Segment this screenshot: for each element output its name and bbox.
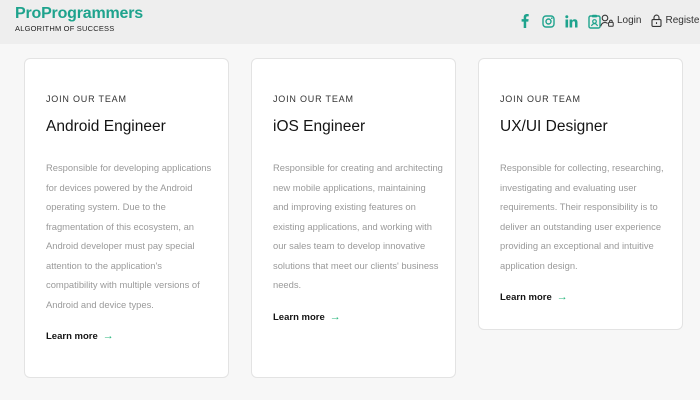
brand-tagline: ALGORITHM OF SUCCESS: [15, 24, 115, 33]
linkedin-icon[interactable]: [564, 13, 578, 29]
learn-more-link[interactable]: Learn more →: [46, 330, 114, 342]
job-card-android: JOIN OUR TEAM Android Engineer Responsib…: [24, 58, 229, 378]
card-kicker: JOIN OUR TEAM: [46, 94, 127, 104]
facebook-icon[interactable]: [518, 13, 532, 29]
card-kicker: JOIN OUR TEAM: [500, 94, 581, 104]
card-description: Responsible for collecting, researching,…: [500, 162, 664, 271]
learn-more-label: Learn more: [273, 311, 325, 323]
brand-logo[interactable]: ProProgrammers ALGORITHM OF SUCCESS: [15, 5, 143, 35]
card-title: Android Engineer: [46, 118, 166, 135]
learn-more-label: Learn more: [500, 291, 552, 303]
arrow-right-icon: →: [329, 311, 341, 323]
login-label: Login: [617, 15, 642, 26]
card-description: Responsible for developing applications …: [46, 162, 212, 310]
arrow-right-icon: →: [556, 291, 568, 303]
card-title: UX/UI Designer: [500, 118, 608, 135]
user-lock-icon: [600, 14, 614, 27]
learn-more-label: Learn more: [46, 330, 98, 342]
arrow-right-icon: →: [102, 330, 114, 342]
learn-more-link[interactable]: Learn more →: [500, 291, 568, 303]
card-kicker: JOIN OUR TEAM: [273, 94, 354, 104]
instagram-icon[interactable]: [541, 13, 555, 29]
top-header: ProProgrammers ALGORITHM OF SUCCESS Logi…: [0, 0, 700, 44]
auth-links: Login Register: [600, 14, 700, 27]
register-link[interactable]: Register: [651, 14, 700, 27]
card-description: Responsible for creating and architectin…: [273, 162, 443, 290]
register-label: Register: [665, 15, 700, 26]
login-link[interactable]: Login: [600, 14, 641, 27]
clipboard-icon[interactable]: [587, 13, 601, 29]
brand-name: ProProgrammers: [15, 5, 143, 22]
learn-more-link[interactable]: Learn more →: [273, 311, 341, 323]
padlock-icon: [651, 14, 663, 27]
job-card-uxui: JOIN OUR TEAM UX/UI Designer Responsible…: [478, 58, 683, 330]
social-links: [518, 13, 601, 29]
card-title: iOS Engineer: [273, 118, 366, 135]
job-card-ios: JOIN OUR TEAM iOS Engineer Responsible f…: [251, 58, 456, 378]
